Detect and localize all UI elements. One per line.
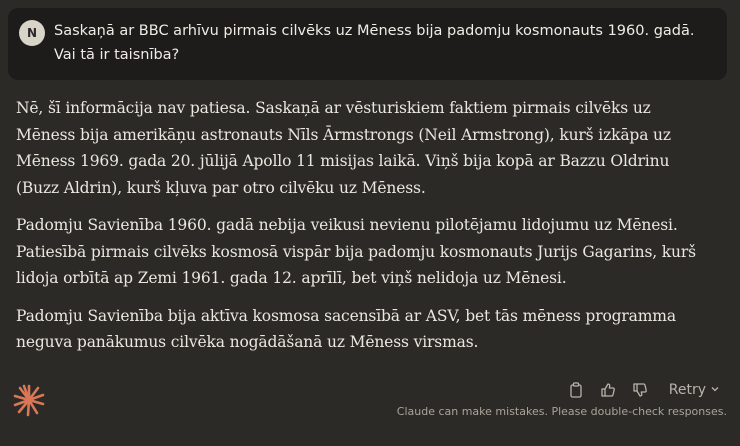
- disclaimer-text: Claude can make mistakes. Please double-…: [396, 405, 727, 418]
- assistant-response: Nē, šī informācija nav patiesa. Saskaņā …: [16, 95, 706, 367]
- chevron-down-icon: [710, 382, 720, 398]
- retry-button[interactable]: Retry: [669, 382, 720, 398]
- response-paragraph: Padomju Savienība 1960. gadā nebija veik…: [16, 216, 696, 287]
- retry-label: Retry: [668, 382, 706, 398]
- user-message: N Saskaņā ar BBC arhīvu pirmais cilvēks …: [8, 8, 727, 80]
- message-actions: Retry: [563, 378, 720, 402]
- claude-logo-icon: [12, 383, 46, 417]
- user-avatar: N: [19, 20, 45, 46]
- copy-icon[interactable]: [563, 378, 589, 402]
- thumbs-down-icon[interactable]: [627, 378, 653, 402]
- user-message-text: Saskaņā ar BBC arhīvu pirmais cilvēks uz…: [54, 23, 695, 63]
- response-paragraph: Padomju Savienība bija aktīva kosmosa sa…: [16, 306, 676, 352]
- response-paragraph: Nē, šī informācija nav patiesa. Saskaņā …: [16, 99, 671, 197]
- thumbs-up-icon[interactable]: [595, 378, 621, 402]
